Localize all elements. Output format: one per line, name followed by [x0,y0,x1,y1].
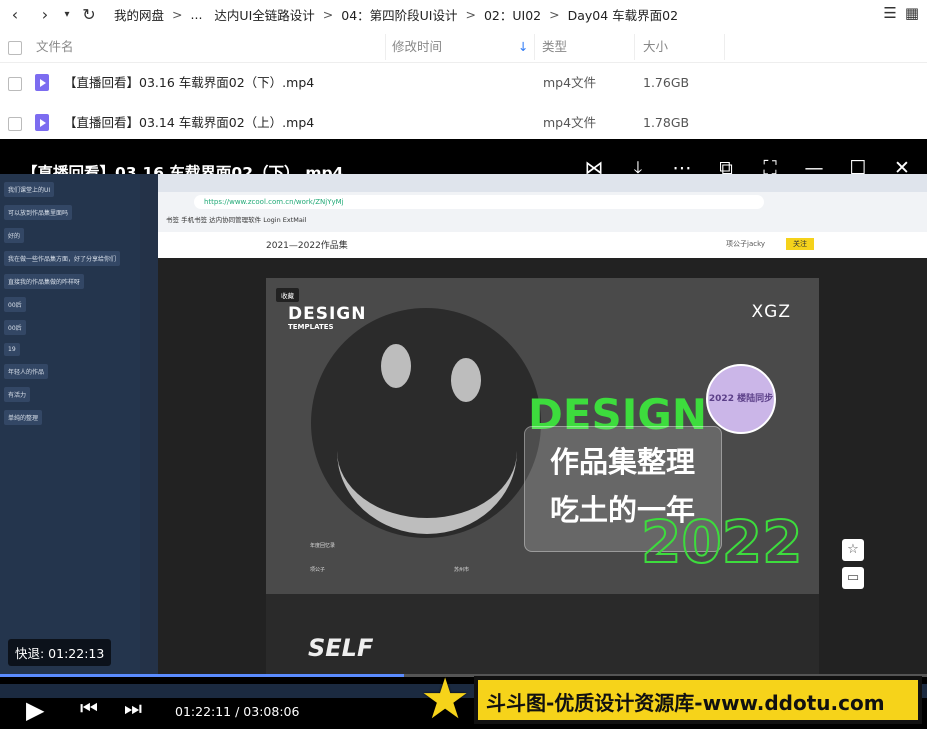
chat-message: 有活力 [4,387,31,402]
breadcrumb-separator: > [172,6,183,22]
table-row[interactable]: 【直播回看】03.16 车载界面02（下）.mp4 mp4文件 1.76GB [0,63,927,103]
file-type: mp4文件 [543,115,597,130]
video-mini-text: 年度回忆录 [310,543,336,549]
video-design-card: 收藏 DESIGN TEMPLATES XGZ DESIGN 作品集整理 吃土的… [266,278,819,594]
video-seal: 2022 楼陆同步 [706,364,776,434]
chat-message: 00后 [4,320,26,335]
column-name[interactable]: 文件名 [36,32,74,62]
column-divider [385,34,386,60]
star-graphic: ★ [420,667,471,732]
chat-message: 可以放到作品集里面吗 [4,205,73,220]
video-design-title: DESIGN [288,304,367,324]
smiley-graphic [311,308,541,538]
play-icon[interactable]: ▶ [26,696,44,724]
chat-message: 年轻人的作品 [4,364,49,379]
breadcrumb-item[interactable]: Day04 车载界面02 [568,5,678,24]
video-webpage: 2021—2022作品集 项公子jacky 关注 收藏 DESIGN TEMPL… [158,232,927,674]
chat-message: 00后 [4,297,26,312]
breadcrumb-item[interactable]: 我的网盘 [114,5,164,24]
file-size: 1.78GB [643,115,690,130]
file-table-header: 文件名 修改时间 ↓ 类型 大小 [0,32,927,63]
video-chat-sidebar: 我们课堂上的UI 可以放到作品集里面吗 好的 我在做一些作品集方面，好了分享给你… [0,174,140,674]
file-name[interactable]: 【直播回看】03.14 车载界面02（上）.mp4 [64,103,314,143]
video-line1: 作品集整理 [550,445,696,479]
table-row[interactable]: 【直播回看】03.14 车载界面02（上）.mp4 mp4文件 1.78GB [0,103,927,143]
progress-fill [0,674,405,677]
column-divider [724,34,725,60]
video-self-text: SELF [308,634,374,662]
video-player[interactable]: 【直播回看】03.16 车载界面02（下）.mp4 ⋈ ⤓ ⋯ ⧉ ⛶ — ☐ … [0,139,927,729]
rewind-indicator: 快退: 01:22:13 [8,639,112,666]
breadcrumb-separator: > [465,6,476,22]
video-browser-bar: https://www.zcool.com.cn/work/ZNjYyMj 书签… [158,174,927,232]
row-checkbox[interactable] [8,117,22,131]
video-collect: 收藏 [276,288,299,302]
video-tab-bar [158,174,927,192]
watermark-banner: 斗斗图-优质设计资源库-www.ddotu.com [474,676,922,724]
navigation-bar: ‹ › ▾ ↻ 我的网盘 > ... 达内UI全链路设计 > 04：第四阶段UI… [0,0,927,28]
breadcrumb-item[interactable]: 04：第四阶段UI设计 [341,5,457,24]
previous-icon[interactable]: ⏮ [80,696,98,720]
chat-message: 我在做一些作品集方面，好了分享给你们 [4,251,121,266]
video-templates: TEMPLATES [288,323,334,331]
chat-message: 单纯的整理 [4,410,43,425]
video-follow: 关注 [786,238,814,250]
column-size[interactable]: 大小 [643,32,668,62]
video-app-strip [140,174,158,674]
refresh-icon[interactable]: ↻ [78,5,100,24]
column-divider [634,34,635,60]
back-icon[interactable]: ‹ [4,5,26,24]
column-modified[interactable]: 修改时间 [392,32,442,62]
breadcrumb-separator: > [549,6,560,22]
file-name[interactable]: 【直播回看】03.16 车载界面02（下）.mp4 [64,63,314,103]
thumbnail-view-icon[interactable]: ▦ [905,4,919,22]
file-size: 1.76GB [643,75,690,90]
history-dropdown-icon[interactable]: ▾ [56,9,78,20]
breadcrumb-item[interactable]: 02：UI02 [484,5,541,24]
video-file-icon [35,74,49,91]
chat-message: 19 [4,343,20,356]
video-mini-text: 苏州市 [454,567,470,573]
video-url: https://www.zcool.com.cn/work/ZNjYyMj [194,195,764,209]
row-checkbox[interactable] [8,77,22,91]
column-divider [534,34,535,60]
video-user: 项公子jacky [726,240,766,248]
select-all-checkbox[interactable] [8,41,22,55]
column-type[interactable]: 类型 [542,32,567,62]
playback-time: 01:22:11 / 03:08:06 [175,704,300,719]
comment-icon: ▭ [842,567,864,589]
breadcrumb-item[interactable]: ... [191,7,203,22]
next-icon[interactable]: ⏭ [124,696,142,720]
video-bookmarks: 书签 手机书签 达内协同管理软件 Login ExtMail [166,216,307,224]
chat-message: 我们课堂上的UI [4,182,55,197]
video-year: 2022 [640,507,803,577]
video-mini-text: 项公子 [310,567,326,573]
forward-icon[interactable]: › [34,5,56,24]
video-xgz-logo: XGZ [751,302,791,322]
chat-message: 直接我的作品集做的咋样呀 [4,274,85,289]
banner-text: 斗斗图-优质设计资源库-www.ddotu.com [486,691,885,715]
video-file-icon [35,114,49,131]
chat-message: 好的 [4,228,25,243]
breadcrumb-separator: > [322,6,334,22]
sort-desc-icon[interactable]: ↓ [518,32,528,62]
breadcrumb: 我的网盘 > ... 达内UI全链路设计 > 04：第四阶段UI设计 > 02：… [114,5,678,24]
file-type: mp4文件 [543,75,597,90]
list-view-icon[interactable]: ☰ [883,4,896,22]
star-icon: ☆ [842,539,864,561]
video-page-title: 2021—2022作品集 [266,241,348,251]
breadcrumb-item[interactable]: 达内UI全链路设计 [214,5,314,24]
